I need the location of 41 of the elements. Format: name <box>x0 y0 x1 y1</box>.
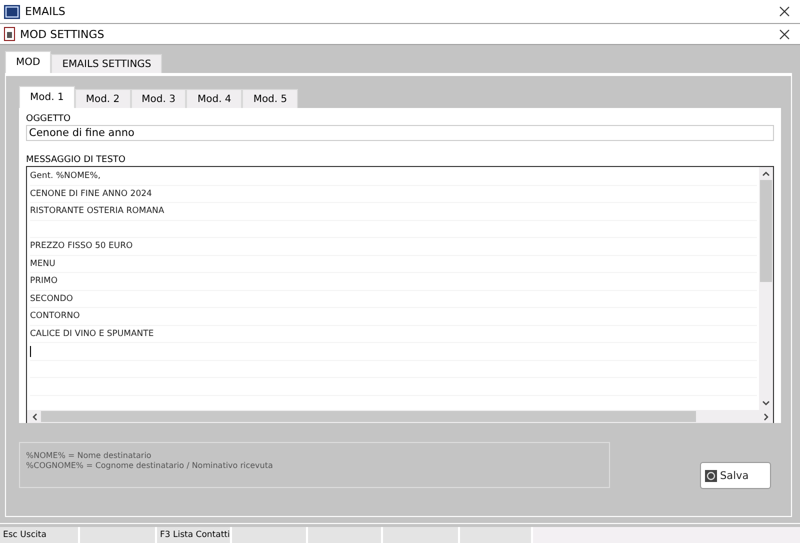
text-cursor <box>30 346 31 357</box>
field-label: OGGETTO <box>26 114 72 124</box>
scroll-thumb[interactable] <box>760 180 772 282</box>
text-line: PRIMO <box>30 273 757 290</box>
horizontal-scrollbar[interactable] <box>27 410 773 423</box>
chevron-up-icon <box>762 171 770 176</box>
tab[interactable]: Mod. 5 <box>242 89 298 108</box>
document-icon <box>4 27 15 41</box>
text-line: CENONE DI FINE ANNO 2024 <box>30 186 757 203</box>
text-line: CALICE DI VINO E SPUMANTE <box>30 326 757 343</box>
tab[interactable]: Mod. 3 <box>130 89 186 108</box>
dialog-title: MOD SETTINGS <box>20 28 106 40</box>
subject-field[interactable]: Cenone di fine anno <box>26 125 774 141</box>
chevron-down-icon <box>762 401 770 406</box>
close-icon <box>778 6 790 17</box>
chevron-left-icon <box>32 412 36 420</box>
save-button[interactable]: Salva <box>700 462 771 489</box>
tab[interactable]: EMAILS SETTINGS <box>51 54 162 73</box>
message-text-area[interactable]: Gent. %NOME%, CENONE DI FINE ANNO 2024 RISTORANTE OSTERIA ROMANA PREZZO FISSO 50 EURO MENU PRIMO SECONDO CONTORNO CALICE DI VINO E SPUMANTE <box>26 166 774 423</box>
text-line: PREZZO FISSO 50 EURO <box>30 238 757 256</box>
scroll-thumb[interactable] <box>41 411 696 422</box>
chevron-right-icon <box>764 412 768 420</box>
text-line: Gent. %NOME%, <box>30 168 757 186</box>
text-line: RISTORANTE OSTERIA ROMANA <box>30 203 757 220</box>
tab[interactable]: Mod. 2 <box>74 89 131 108</box>
text-line: CONTORNO <box>30 308 757 326</box>
tab[interactable]: MOD <box>5 51 52 73</box>
legend-text: %COGNOME% = Cognome destinatario / Nominativo ricevuta <box>26 461 274 471</box>
tab[interactable]: Mod. 1 <box>19 86 75 108</box>
status-cell: Esc Uscita <box>0 527 80 543</box>
window-title: EMAILS <box>25 5 66 18</box>
status-cell: F3 Lista Contatti <box>157 527 232 543</box>
text-line: MENU <box>30 256 757 273</box>
vertical-scrollbar[interactable] <box>759 167 773 410</box>
field-label: MESSAGGIO DI TESTO <box>26 155 127 165</box>
disk-icon <box>705 470 717 482</box>
close-icon <box>778 28 790 40</box>
app-icon <box>4 4 20 18</box>
legend-text: %NOME% = Nome destinatario <box>26 451 152 461</box>
text-line: SECONDO <box>30 290 757 308</box>
tab[interactable]: Mod. 4 <box>186 89 242 108</box>
